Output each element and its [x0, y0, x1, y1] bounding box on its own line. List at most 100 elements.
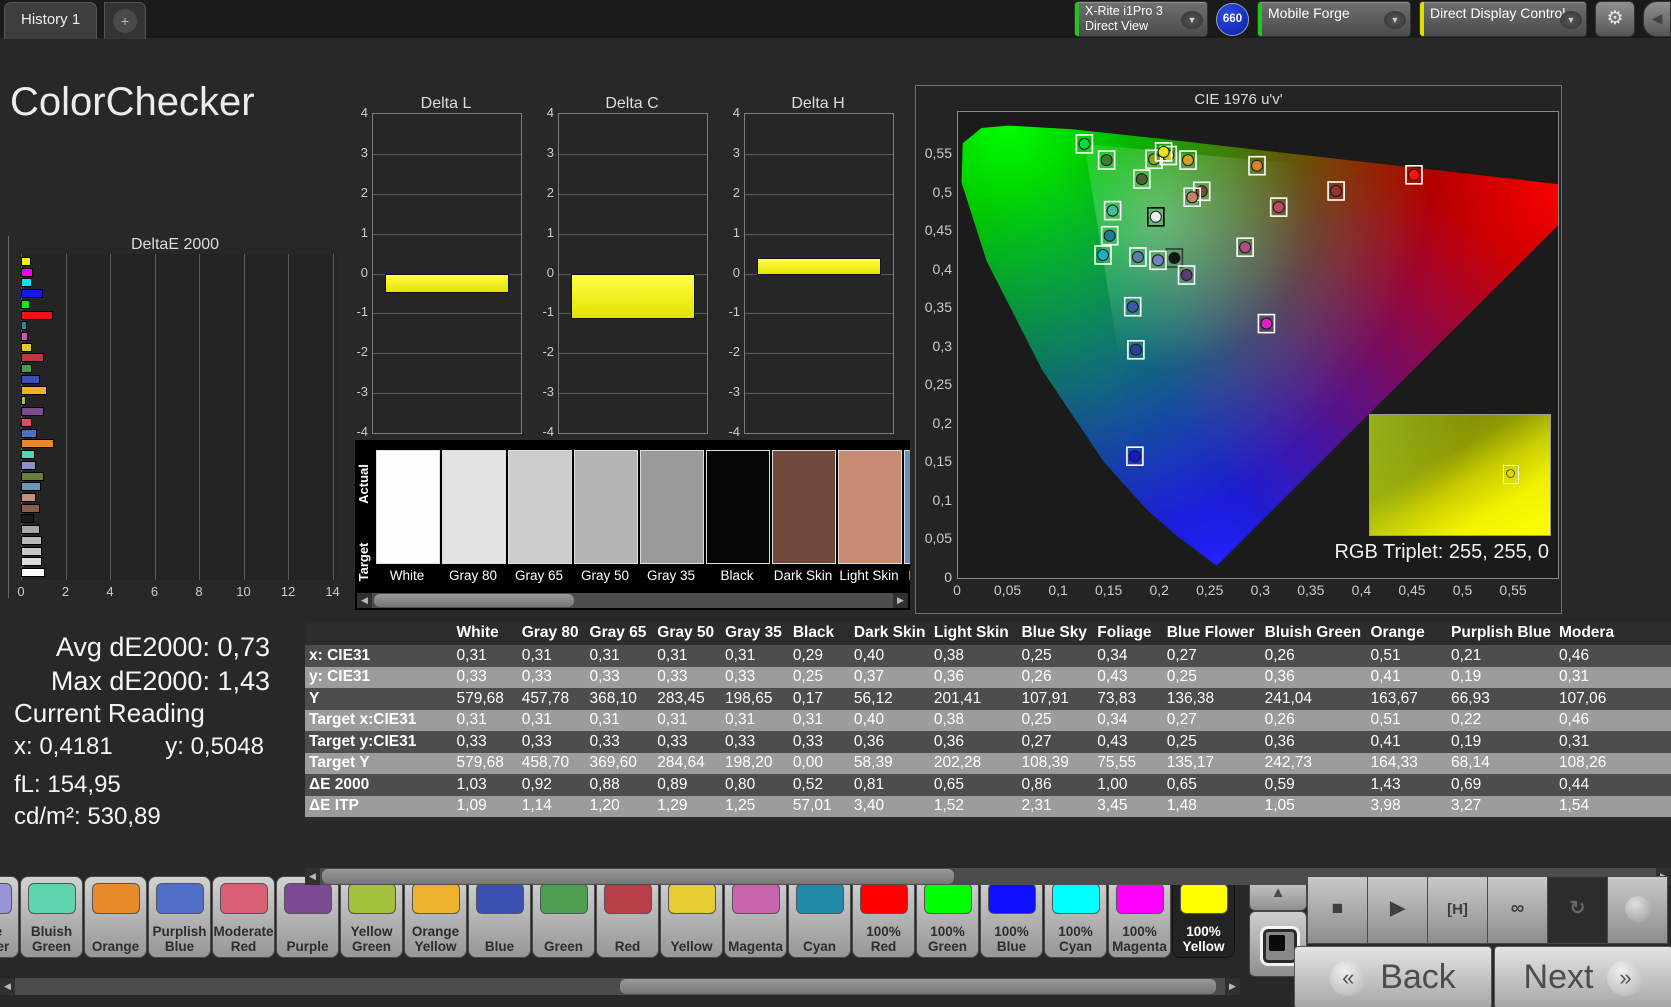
current-fl: fL: 154,95: [14, 771, 121, 798]
x-tick-label: 10: [236, 584, 251, 599]
reading-count-badge[interactable]: 660: [1216, 2, 1249, 36]
patch-row-scrollbar[interactable]: ◀ ▶: [0, 978, 1240, 995]
table-cell: 1,20: [585, 795, 654, 817]
table-cell: 1,43: [1366, 774, 1448, 796]
patch-color-swatch: [731, 883, 780, 914]
cie-y-tick-label: 0,1: [932, 491, 952, 508]
delta-chart-title: Delta C: [605, 95, 659, 112]
patch-button-100-blue[interactable]: 100% Blue: [980, 876, 1043, 958]
y-tick-label: 4: [360, 105, 368, 120]
patch-button-100-magenta[interactable]: 100% Magenta: [1108, 876, 1171, 958]
target-row-label: Target: [356, 542, 371, 582]
patch-button-blue[interactable]: Blue: [468, 876, 531, 958]
chevron-down-icon[interactable]: ▼: [1384, 11, 1406, 29]
scroll-right-arrow-icon[interactable]: ▶: [893, 593, 908, 608]
patch-button-label: 100% Blue: [994, 923, 1029, 954]
y-tick-label: -2: [728, 344, 740, 360]
patch-button-purplish-blue[interactable]: Purplish Blue: [148, 876, 211, 958]
cie-x-tick-label: 0,3: [1250, 582, 1271, 598]
patch-button-yellow-green[interactable]: Yellow Green: [340, 876, 403, 958]
patch-button-100-yellow[interactable]: 100% Yellow: [1172, 876, 1235, 958]
meter-dropdown[interactable]: X-Rite i1Pro 3 Direct View ▼: [1074, 1, 1208, 37]
add-tab-button[interactable]: +: [104, 2, 146, 39]
chevron-down-icon[interactable]: ▼: [1181, 11, 1203, 29]
patch-button-bluish-green[interactable]: Bluish Green: [20, 876, 83, 958]
table-cell: 0,81: [849, 774, 930, 796]
transport-stop-button[interactable]: ■: [1307, 876, 1368, 944]
patch-button-100-green[interactable]: 100% Green: [916, 876, 979, 958]
delta-bar: [757, 257, 881, 276]
patch-color-swatch: [1051, 883, 1100, 914]
patch-color-swatch: [667, 883, 716, 914]
patch-button-cyan[interactable]: Cyan: [788, 876, 851, 958]
cie-x-tick-label: 0,55: [1499, 582, 1527, 598]
gridline: [373, 233, 521, 235]
table-cell: 0,33: [452, 731, 518, 753]
strip-scrollbar[interactable]: ◀ ▶: [357, 593, 908, 608]
settings-button[interactable]: ⚙: [1595, 1, 1635, 37]
patch-button-100-cyan[interactable]: 100% Cyan: [1044, 876, 1107, 958]
scroll-left-arrow-icon[interactable]: ◀: [0, 978, 15, 995]
table-cell: 0,36: [1260, 666, 1367, 688]
measurement-table-grid: White Gray 80 Gray 65 Gray 50 Gray 35 Black Da…: [305, 621, 1671, 817]
table-cell: 0,26: [1017, 666, 1094, 688]
rgb-triplet-swatch: [1369, 414, 1551, 536]
patch-button-orange[interactable]: Orange: [84, 876, 147, 958]
table-cell: 1,52: [929, 795, 1018, 817]
table-cell: 0,65: [1162, 774, 1261, 796]
patch-button-magenta[interactable]: Magenta: [724, 876, 787, 958]
delta-chart-plot: [744, 113, 894, 434]
transport-continuous-button[interactable]: ∞: [1487, 876, 1548, 944]
patch-button-green[interactable]: Green: [532, 876, 595, 958]
transport-interval-button[interactable]: [H]: [1427, 876, 1488, 944]
gridline: [373, 153, 521, 155]
patch-button-purple[interactable]: Purple: [276, 876, 339, 958]
transport-play-button[interactable]: ▶: [1367, 876, 1428, 944]
scrollbar-thumb[interactable]: [322, 869, 954, 884]
deltae-bar-gray-80: [21, 557, 43, 567]
collapse-panel-button[interactable]: ◀: [1643, 1, 1671, 37]
deltae-bar-blue: [21, 374, 41, 384]
patch-button-label: Yellow Green: [350, 923, 393, 954]
table-cell: 108,26: [1554, 752, 1671, 774]
gridline: [373, 193, 521, 195]
x-tick-label: 8: [195, 584, 203, 599]
table-column-header: [305, 621, 453, 645]
transport-refresh-button[interactable]: ↻: [1547, 876, 1608, 944]
deltae-bar-red: [21, 353, 44, 363]
tab-history-1[interactable]: History 1: [4, 2, 98, 39]
patch-button-yellow[interactable]: Yellow: [660, 876, 723, 958]
patch-button-red[interactable]: Red: [596, 876, 659, 958]
pattern-source-dropdown[interactable]: Mobile Forge ▼: [1257, 1, 1411, 37]
deltae-bar-100-blue: [21, 289, 44, 299]
display-control-dropdown[interactable]: Direct Display Control ▼: [1419, 1, 1587, 37]
gridline: [243, 254, 245, 580]
back-button[interactable]: « Back: [1294, 946, 1492, 1007]
patch-button-blue-flower[interactable]: Blue Flower: [0, 876, 19, 958]
deltae-bar-orange-yellow: [21, 385, 47, 395]
table-column-header: Black: [788, 621, 850, 645]
table-cell: 1,25: [721, 795, 789, 817]
cie-y-tick-label: 0,2: [932, 414, 952, 431]
patch-button-moderate-red[interactable]: Moderate Red: [212, 876, 275, 958]
strip-patch-label: Light Skin: [839, 568, 899, 583]
y-tick-label: 2: [360, 184, 368, 200]
table-column-header: Bluish Green: [1260, 621, 1367, 645]
scrollbar-thumb[interactable]: [620, 979, 1216, 994]
chevron-down-icon[interactable]: ▼: [1560, 11, 1582, 29]
scroll-left-arrow-icon[interactable]: ◀: [357, 593, 372, 608]
patch-button-orange-yellow[interactable]: Orange Yellow: [404, 876, 467, 958]
table-cell: 0,41: [1366, 666, 1448, 688]
calman-colorchecker-screen: History 1 + X-Rite i1Pro 3 Direct View ▼ …: [0, 0, 1671, 1007]
next-button[interactable]: Next »: [1494, 946, 1671, 1007]
scroll-right-arrow-icon[interactable]: ▶: [1225, 978, 1240, 995]
patch-button-100-red[interactable]: 100% Red: [852, 876, 915, 958]
scrollbar-thumb[interactable]: [374, 594, 574, 607]
play-icon: ▶: [1390, 898, 1405, 919]
transport-blank-button[interactable]: [1607, 876, 1668, 944]
table-cell: 0,27: [1162, 709, 1261, 731]
table-cell: 2,31: [1017, 795, 1094, 817]
table-cell: 0,33: [788, 731, 850, 753]
scroll-left-arrow-icon[interactable]: ◀: [305, 868, 320, 885]
current-reading-xy: x: 0,4181 y: 0,5048: [14, 733, 264, 761]
